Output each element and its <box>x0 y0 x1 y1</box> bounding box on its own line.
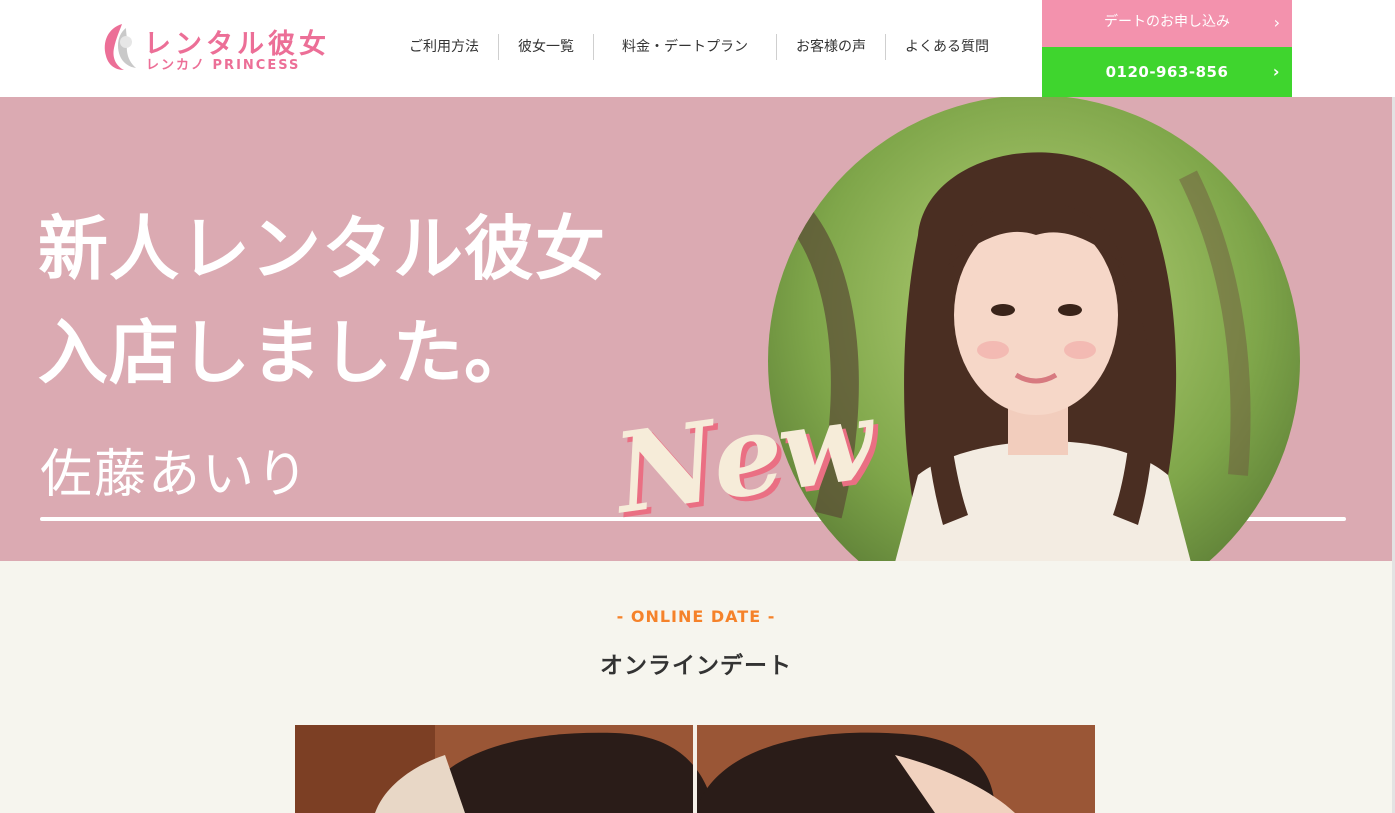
online-date-photo <box>295 725 1095 813</box>
chevron-right-icon: › <box>1272 62 1280 81</box>
hero-banner[interactable]: 新人レンタル彼女 入店しました。 佐藤あいり New <box>0 97 1392 561</box>
online-date-subtitle: - ONLINE DATE - <box>616 607 776 626</box>
site-header: レンタル彼女 レンカノ PRINCESS ご利用方法 彼女一覧 料金・デートプラ… <box>0 0 1395 97</box>
nav-pricing-plans[interactable]: 料金・デートプラン <box>593 34 776 60</box>
main-nav: ご利用方法 彼女一覧 料金・デートプラン お客様の声 よくある質問 <box>390 34 1008 60</box>
site-logo[interactable]: レンタル彼女 レンカノ PRINCESS <box>96 22 346 74</box>
online-date-title: オンラインデート <box>600 653 792 679</box>
nav-testimonials[interactable]: お客様の声 <box>776 34 885 60</box>
nav-faq[interactable]: よくある質問 <box>885 34 1008 60</box>
nav-usage[interactable]: ご利用方法 <box>390 34 498 60</box>
chevron-right-icon: › <box>1273 13 1280 32</box>
date-apply-button[interactable]: デートのお申し込み › <box>1042 0 1292 47</box>
phone-call-button[interactable]: 0120-963-856 › <box>1042 47 1292 97</box>
hero-headline-line2: 入店しました。 <box>38 312 535 394</box>
logo-silhouette-icon <box>104 24 136 70</box>
phone-number-label: 0120-963-856 <box>1105 63 1229 81</box>
hero-headline-line1: 新人レンタル彼女 <box>38 208 606 290</box>
hero-girl-name: 佐藤あいり <box>40 445 311 505</box>
hero-headline: 新人レンタル彼女 入店しました。 <box>38 197 606 405</box>
nav-girls-list[interactable]: 彼女一覧 <box>498 34 593 60</box>
logo-sub-text: レンカノ PRINCESS <box>146 58 301 73</box>
date-apply-label: デートのお申し込み <box>1104 14 1230 30</box>
